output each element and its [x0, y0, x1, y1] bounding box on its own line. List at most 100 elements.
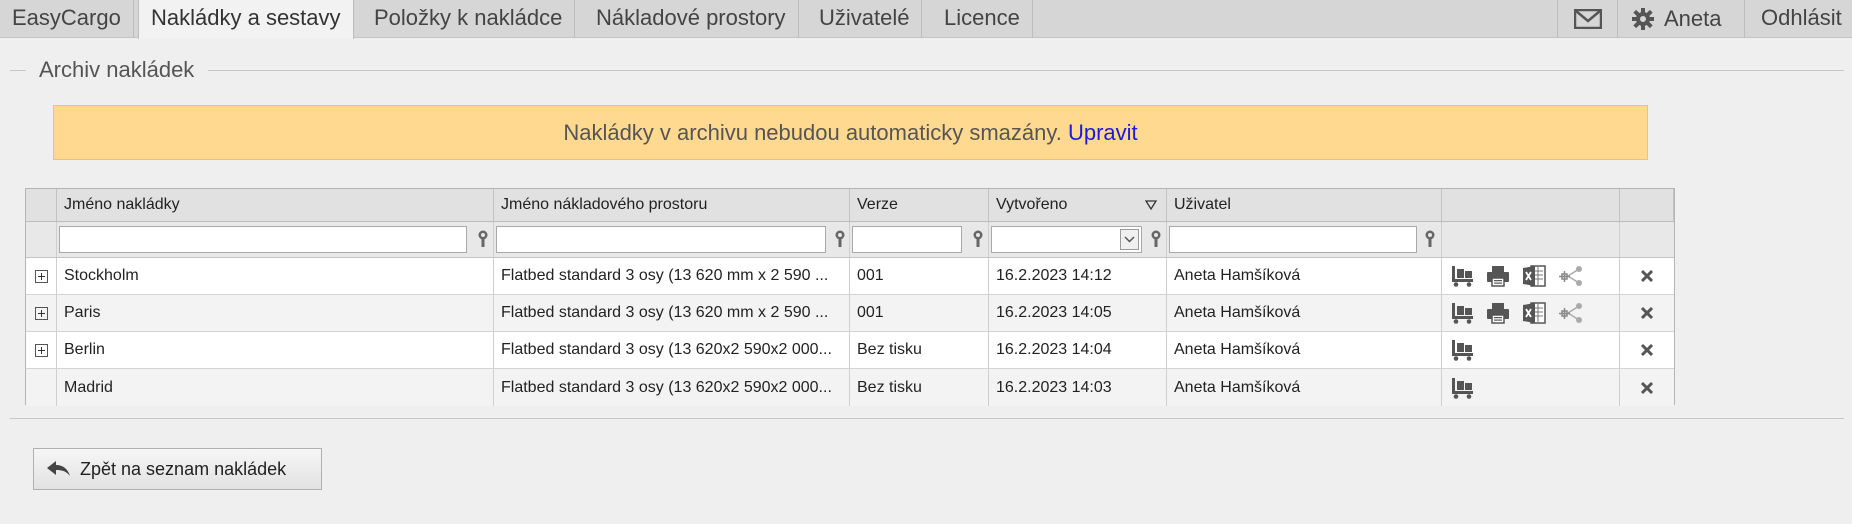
header-user[interactable]: Uživatel: [1167, 189, 1442, 221]
back-to-loadings-button[interactable]: Zpět na seznam nakládek: [33, 448, 322, 490]
filter-loading-name-input[interactable]: [60, 227, 466, 252]
messages-button[interactable]: [1557, 0, 1618, 38]
filter-user-input[interactable]: [1170, 227, 1416, 252]
cell-version: 001: [850, 295, 989, 331]
cell-cargo-space: Flatbed standard 3 osy (13 620 mm x 2 59…: [494, 258, 850, 294]
back-arrow-icon: [47, 461, 70, 476]
grid-filter-row: [26, 222, 1674, 258]
app-logo-tab[interactable]: EasyCargo: [0, 0, 134, 38]
archive-grid: Jméno nakládky Jméno nákladového prostor…: [25, 188, 1675, 406]
tab-items-to-load[interactable]: Položky k nakládce: [362, 0, 576, 38]
cart-icon[interactable]: [1450, 265, 1474, 287]
back-button-label: Zpět na seznam nakládek: [80, 458, 287, 479]
chevron-down-icon: [1124, 236, 1135, 243]
table-row[interactable]: Berlin Flatbed standard 3 osy (13 620x2 …: [26, 332, 1674, 369]
logout-button[interactable]: Odhlásit: [1745, 0, 1852, 38]
sort-descending-icon: [1145, 200, 1157, 210]
filter-icon[interactable]: [476, 230, 490, 248]
cell-loading-name: Paris: [57, 295, 494, 331]
cell-created: 16.2.2023 14:03: [989, 369, 1167, 406]
tab-licence[interactable]: Licence: [932, 0, 1033, 38]
legend-divider: [208, 70, 1844, 71]
filter-created-select[interactable]: [991, 226, 1142, 253]
delete-cell: [1620, 369, 1674, 406]
close-icon[interactable]: [1640, 306, 1654, 320]
filter-cargo-space-wrap: [496, 226, 826, 253]
table-row[interactable]: Stockholm Flatbed standard 3 osy (13 620…: [26, 258, 1674, 295]
header-version[interactable]: Verze: [850, 189, 989, 221]
cell-loading-name: Madrid: [57, 369, 494, 406]
excel-export-icon[interactable]: [1522, 301, 1546, 325]
edit-link[interactable]: Upravit: [1068, 120, 1138, 145]
header-cargo-space-name[interactable]: Jméno nákladového prostoru: [494, 189, 850, 221]
cell-user: Aneta Hamšíková: [1167, 369, 1442, 406]
filter-cell: [57, 222, 494, 257]
cart-icon[interactable]: [1450, 377, 1474, 399]
expand-cell[interactable]: [26, 295, 57, 331]
table-row[interactable]: Paris Flatbed standard 3 osy (13 620 mm …: [26, 295, 1674, 332]
row-actions: [1442, 332, 1620, 368]
filter-cargo-space-input[interactable]: [497, 227, 825, 252]
gear-icon: [1632, 8, 1654, 30]
expand-cell[interactable]: [26, 258, 57, 294]
row-actions: [1442, 295, 1620, 331]
cart-icon[interactable]: [1450, 302, 1474, 324]
share-icon[interactable]: [1558, 265, 1584, 287]
header-expand-col: [26, 189, 57, 221]
filter-icon[interactable]: [1423, 230, 1437, 248]
filter-user-wrap: [1169, 226, 1417, 253]
print-icon[interactable]: [1486, 302, 1510, 324]
row-actions: [1442, 258, 1620, 294]
filter-icon[interactable]: [1149, 230, 1163, 248]
header-delete: [1620, 189, 1674, 221]
cell-user: Aneta Hamšíková: [1167, 332, 1442, 368]
expand-cell: [26, 369, 57, 406]
envelope-icon: [1573, 9, 1602, 29]
filter-empty: [1442, 222, 1620, 257]
close-icon[interactable]: [1640, 381, 1654, 395]
divider: [10, 418, 1844, 419]
filter-cell: [494, 222, 850, 257]
close-icon[interactable]: [1640, 343, 1654, 357]
cell-version: 001: [850, 258, 989, 294]
filter-cell: [850, 222, 989, 257]
excel-export-icon[interactable]: [1522, 264, 1546, 288]
expand-cell[interactable]: [26, 332, 57, 368]
notice-text: Nakládky v archivu nebudou automaticky s…: [563, 120, 1062, 145]
tab-loadings-and-reports[interactable]: Nakládky a sestavy: [138, 0, 354, 39]
filter-created-dropdown[interactable]: [1120, 229, 1139, 250]
filter-cell: [1167, 222, 1442, 257]
filter-icon[interactable]: [833, 230, 847, 248]
cell-created: 16.2.2023 14:05: [989, 295, 1167, 331]
cell-version: Bez tisku: [850, 332, 989, 368]
filter-icon[interactable]: [971, 230, 985, 248]
cell-cargo-space: Flatbed standard 3 osy (13 620x2 590x2 0…: [494, 332, 850, 368]
expand-plus-icon[interactable]: [34, 306, 48, 320]
delete-cell: [1620, 258, 1674, 294]
tab-users[interactable]: Uživatelé: [807, 0, 923, 38]
cell-loading-name: Stockholm: [57, 258, 494, 294]
share-icon[interactable]: [1558, 302, 1584, 324]
top-navigation: EasyCargo Nakládky a sestavy Položky k n…: [0, 0, 1852, 39]
print-icon[interactable]: [1486, 265, 1510, 287]
close-icon[interactable]: [1640, 269, 1654, 283]
header-loading-name[interactable]: Jméno nakládky: [57, 189, 494, 221]
cell-cargo-space: Flatbed standard 3 osy (13 620 mm x 2 59…: [494, 295, 850, 331]
expand-plus-icon[interactable]: [34, 269, 48, 283]
tab-cargo-spaces[interactable]: Nákladové prostory: [584, 0, 799, 38]
filter-version-wrap: [852, 226, 962, 253]
filter-empty: [1620, 222, 1674, 257]
filter-version-input[interactable]: [853, 227, 961, 252]
section-title: Archiv nakládek: [39, 57, 195, 82]
cell-user: Aneta Hamšíková: [1167, 295, 1442, 331]
archive-notice: Nakládky v archivu nebudou automaticky s…: [53, 105, 1648, 160]
cell-loading-name: Berlin: [57, 332, 494, 368]
grid-header: Jméno nakládky Jméno nákladového prostor…: [26, 189, 1674, 222]
header-created-label: Vytvořeno: [996, 196, 1068, 213]
cart-icon[interactable]: [1450, 339, 1474, 361]
user-settings-button[interactable]: Aneta: [1618, 0, 1745, 38]
cell-created: 16.2.2023 14:04: [989, 332, 1167, 368]
expand-plus-icon[interactable]: [34, 343, 48, 357]
table-row[interactable]: Madrid Flatbed standard 3 osy (13 620x2 …: [26, 369, 1674, 406]
header-created[interactable]: Vytvořeno: [989, 189, 1167, 221]
